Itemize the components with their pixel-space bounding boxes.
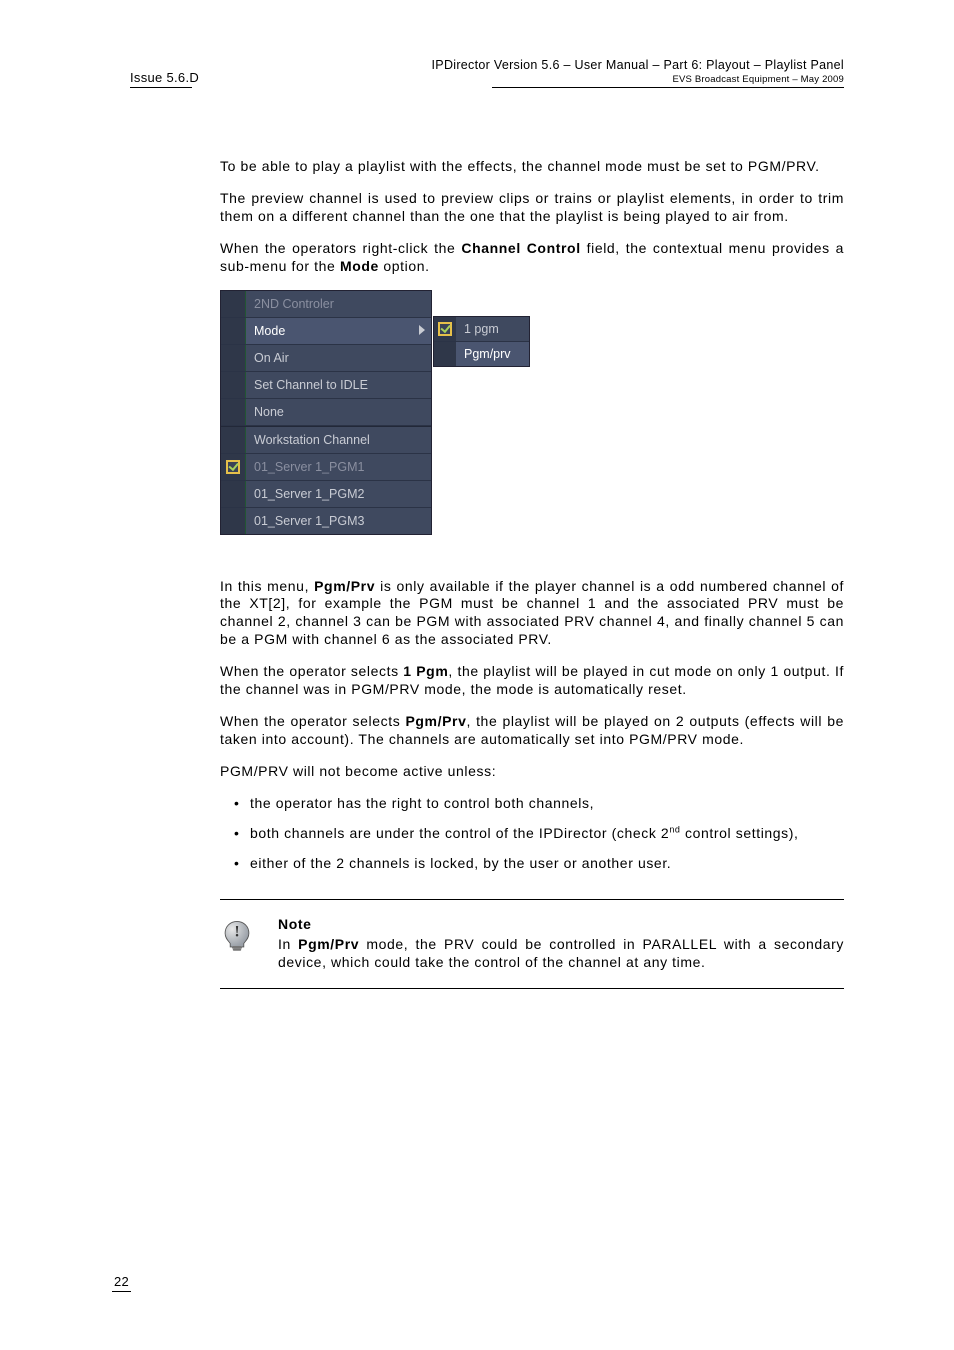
list-item: either of the 2 channels is locked, by t… bbox=[238, 855, 844, 873]
header-title: IPDirector Version 5.6 – User Manual – P… bbox=[432, 58, 844, 72]
chevron-right-icon bbox=[419, 325, 425, 335]
menu-item-mode[interactable]: Mode bbox=[221, 318, 431, 345]
context-menu: 2ND Controler Mode On Air Set Channel to… bbox=[220, 290, 432, 535]
submenu-item-1pgm[interactable]: 1 pgm bbox=[434, 317, 529, 342]
note-title: Note bbox=[278, 916, 844, 932]
submenu-item-pgmprv[interactable]: Pgm/prv bbox=[434, 342, 529, 366]
header-issue: Issue 5.6.D bbox=[130, 70, 199, 85]
bullet-list: the operator has the right to control bo… bbox=[220, 795, 844, 873]
menu-item-server-pgm2[interactable]: 01_Server 1_PGM2 bbox=[221, 481, 431, 508]
paragraph: When the operator selects Pgm/Prv, the p… bbox=[220, 713, 844, 749]
check-icon bbox=[438, 322, 452, 336]
paragraph: When the operators right-click the Chann… bbox=[220, 240, 844, 276]
mode-submenu: 1 pgm Pgm/prv bbox=[433, 316, 530, 367]
menu-item-workstation-channel[interactable]: Workstation Channel bbox=[221, 426, 431, 454]
divider bbox=[220, 899, 844, 900]
menu-item-none[interactable]: None bbox=[221, 399, 431, 426]
check-icon bbox=[226, 460, 240, 474]
list-item: both channels are under the control of t… bbox=[238, 825, 844, 844]
header-subtitle: EVS Broadcast Equipment – May 2009 bbox=[432, 74, 844, 85]
menu-item-2nd-controller[interactable]: 2ND Controler bbox=[221, 291, 431, 318]
note-icon: ! bbox=[220, 918, 254, 952]
note-text: In Pgm/Prv mode, the PRV could be contro… bbox=[278, 936, 844, 972]
header-rule-left bbox=[130, 87, 192, 88]
paragraph: When the operator selects 1 Pgm, the pla… bbox=[220, 663, 844, 699]
paragraph: PGM/PRV will not become active unless: bbox=[220, 763, 844, 781]
menu-item-server-pgm1[interactable]: 01_Server 1_PGM1 bbox=[221, 454, 431, 481]
paragraph: To be able to play a playlist with the e… bbox=[220, 158, 844, 176]
divider bbox=[220, 988, 844, 989]
page-number: 22 bbox=[112, 1274, 131, 1292]
svg-text:!: ! bbox=[234, 924, 239, 941]
menu-item-server-pgm3[interactable]: 01_Server 1_PGM3 bbox=[221, 508, 431, 534]
header-rule-right bbox=[492, 87, 844, 88]
context-menu-figure: 2ND Controler Mode On Air Set Channel to… bbox=[220, 290, 650, 550]
menu-item-on-air[interactable]: On Air bbox=[221, 345, 431, 372]
list-item: the operator has the right to control bo… bbox=[238, 795, 844, 813]
menu-item-set-idle[interactable]: Set Channel to IDLE bbox=[221, 372, 431, 399]
paragraph: In this menu, Pgm/Prv is only available … bbox=[220, 578, 844, 650]
paragraph: The preview channel is used to preview c… bbox=[220, 190, 844, 226]
note-box: ! Note In Pgm/Prv mode, the PRV could be… bbox=[220, 916, 844, 972]
